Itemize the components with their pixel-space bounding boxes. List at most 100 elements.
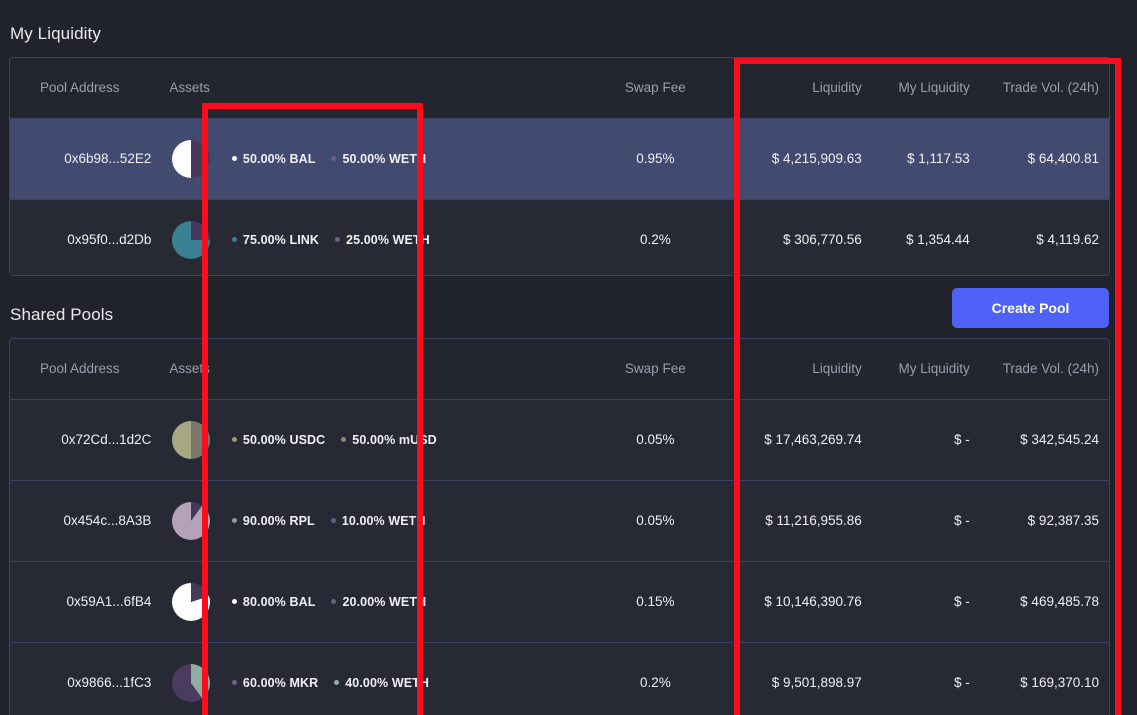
asset-label: 90.00% RPL [243,514,315,528]
asset-legend: 80.00% BAL 20.00% WETH [232,595,445,609]
column-header-my-liquidity[interactable]: My Liquidity [871,339,979,399]
column-header-pool-address[interactable]: Pool Address [10,58,159,118]
table-header: Pool Address Assets Swap Fee Liquidity M… [10,339,1109,399]
asset-legend-item: 50.00% USDC [232,433,325,447]
cell-swap-fee: 0.2% [579,642,731,715]
page-title: My Liquidity [0,10,101,44]
cell-my-liquidity: $ - [871,480,979,561]
cell-liquidity: $ 306,770.56 [732,199,871,276]
asset-legend: 60.00% MKR 40.00% WETH [232,676,445,690]
cell-gap [445,399,579,480]
cell-gap [445,199,579,276]
cell-trade-volume: $ 342,545.24 [979,399,1109,480]
asset-legend-item: 50.00% WETH [331,152,426,166]
cell-asset-pie [159,399,222,480]
cell-my-liquidity: $ - [871,561,979,642]
cell-gap [445,118,579,199]
asset-label: 75.00% LINK [243,233,319,247]
asset-legend-item: 50.00% mUSD [341,433,436,447]
asset-legend-item: 50.00% BAL [232,152,316,166]
cell-pool-address[interactable]: 0x6b98...52E2 [10,118,159,199]
asset-legend: 90.00% RPL 10.00% WETH [232,514,445,528]
cell-swap-fee: 0.05% [579,399,731,480]
cell-trade-volume: $ 469,485.78 [979,561,1109,642]
column-header-swap-fee[interactable]: Swap Fee [579,58,731,118]
cell-swap-fee: 0.05% [579,480,731,561]
asset-color-dot-icon [331,156,336,161]
column-header-trade-volume[interactable]: Trade Vol. (24h) [979,339,1109,399]
asset-legend-item: 40.00% WETH [334,676,429,690]
pie-chart-icon [172,421,210,459]
table-row[interactable]: 0x454c...8A3B90.00% RPL10.00% WETH0.05%$… [10,480,1109,561]
cell-gap [445,480,579,561]
cell-liquidity: $ 4,215,909.63 [732,118,871,199]
cell-my-liquidity: $ - [871,399,979,480]
cell-liquidity: $ 11,216,955.86 [732,480,871,561]
cell-trade-volume: $ 64,400.81 [979,118,1109,199]
column-header-swap-fee[interactable]: Swap Fee [579,339,731,399]
pie-chart-icon [172,583,210,621]
cell-assets: 50.00% BAL 50.00% WETH [222,118,445,199]
table-row[interactable]: 0x59A1...6fB480.00% BAL20.00% WETH0.15%$… [10,561,1109,642]
asset-legend-item: 25.00% WETH [335,233,430,247]
shared-pools-table: Pool Address Assets Swap Fee Liquidity M… [10,339,1109,715]
cell-pool-address[interactable]: 0x95f0...d2Db [10,199,159,276]
column-header-assets[interactable]: Assets [159,58,222,118]
asset-label: 50.00% mUSD [352,433,436,447]
asset-legend: 75.00% LINK 25.00% WETH [232,233,445,247]
column-header-liquidity[interactable]: Liquidity [732,339,871,399]
shared-pool-rows: 0x72Cd...1d2C 50.00% USDC 50.00% mUSD 0.05%… [10,399,1109,715]
asset-color-dot-icon [335,237,340,242]
shared-pools-table-card: Pool Address Assets Swap Fee Liquidity M… [9,338,1110,715]
header-row: Pool Address Assets Swap Fee Liquidity M… [10,339,1109,399]
asset-legend-item: 60.00% MKR [232,676,318,690]
table-row[interactable]: 0x9866...1fC360.00% MKR40.00% WETH0.2%$ … [10,642,1109,715]
cell-liquidity: $ 9,501,898.97 [732,642,871,715]
header-row: Pool Address Assets Swap Fee Liquidity M… [10,58,1109,118]
asset-color-dot-icon [331,518,336,523]
asset-label: 60.00% MKR [243,676,318,690]
column-header-assets-blank [222,58,445,118]
column-header-pool-address[interactable]: Pool Address [10,339,159,399]
asset-label: 50.00% WETH [342,152,426,166]
cell-asset-pie [159,561,222,642]
column-header-my-liquidity[interactable]: My Liquidity [871,58,979,118]
column-header-liquidity[interactable]: Liquidity [732,58,871,118]
asset-label: 20.00% WETH [342,595,426,609]
asset-label: 10.00% WETH [342,514,426,528]
asset-legend-item: 75.00% LINK [232,233,319,247]
pie-chart-icon [172,221,210,259]
cell-pool-address[interactable]: 0x72Cd...1d2C [10,399,159,480]
create-pool-button[interactable]: Create Pool [952,288,1109,328]
table-row[interactable]: 0x6b98...52E250.00% BAL50.00% WETH0.95%$… [10,118,1109,199]
cell-pool-address[interactable]: 0x59A1...6fB4 [10,561,159,642]
asset-legend: 50.00% BAL 50.00% WETH [232,152,445,166]
asset-color-dot-icon [232,237,237,242]
cell-assets: 80.00% BAL 20.00% WETH [222,561,445,642]
pie-chart-icon [172,502,210,540]
my-liquidity-table: Pool Address Assets Swap Fee Liquidity M… [10,58,1109,276]
cell-pool-address[interactable]: 0x9866...1fC3 [10,642,159,715]
asset-color-dot-icon [334,680,339,685]
asset-color-dot-icon [331,599,336,604]
column-header-trade-volume[interactable]: Trade Vol. (24h) [979,58,1109,118]
cell-liquidity: $ 10,146,390.76 [732,561,871,642]
asset-legend-item: 80.00% BAL [232,595,316,609]
column-header-gap [445,339,579,399]
asset-color-dot-icon [232,518,237,523]
my-liquidity-table-card: Pool Address Assets Swap Fee Liquidity M… [9,57,1110,276]
cell-swap-fee: 0.15% [579,561,731,642]
asset-color-dot-icon [232,680,237,685]
column-header-assets[interactable]: Assets [159,339,222,399]
table-row[interactable]: 0x72Cd...1d2C 50.00% USDC 50.00% mUSD 0.05%… [10,399,1109,480]
my-liquidity-rows: 0x6b98...52E250.00% BAL50.00% WETH0.95%$… [10,118,1109,276]
table-row[interactable]: 0x95f0...d2Db75.00% LINK25.00% WETH0.2%$… [10,199,1109,276]
cell-gap [445,642,579,715]
asset-legend-item: 10.00% WETH [331,514,426,528]
cell-pool-address[interactable]: 0x454c...8A3B [10,480,159,561]
cell-trade-volume: $ 169,370.10 [979,642,1109,715]
asset-legend-item: 20.00% WETH [331,595,426,609]
shared-pools-toolbar: Create Pool [9,282,1110,335]
cell-assets: 50.00% USDC 50.00% mUSD [222,399,445,480]
asset-label: 50.00% BAL [243,152,316,166]
